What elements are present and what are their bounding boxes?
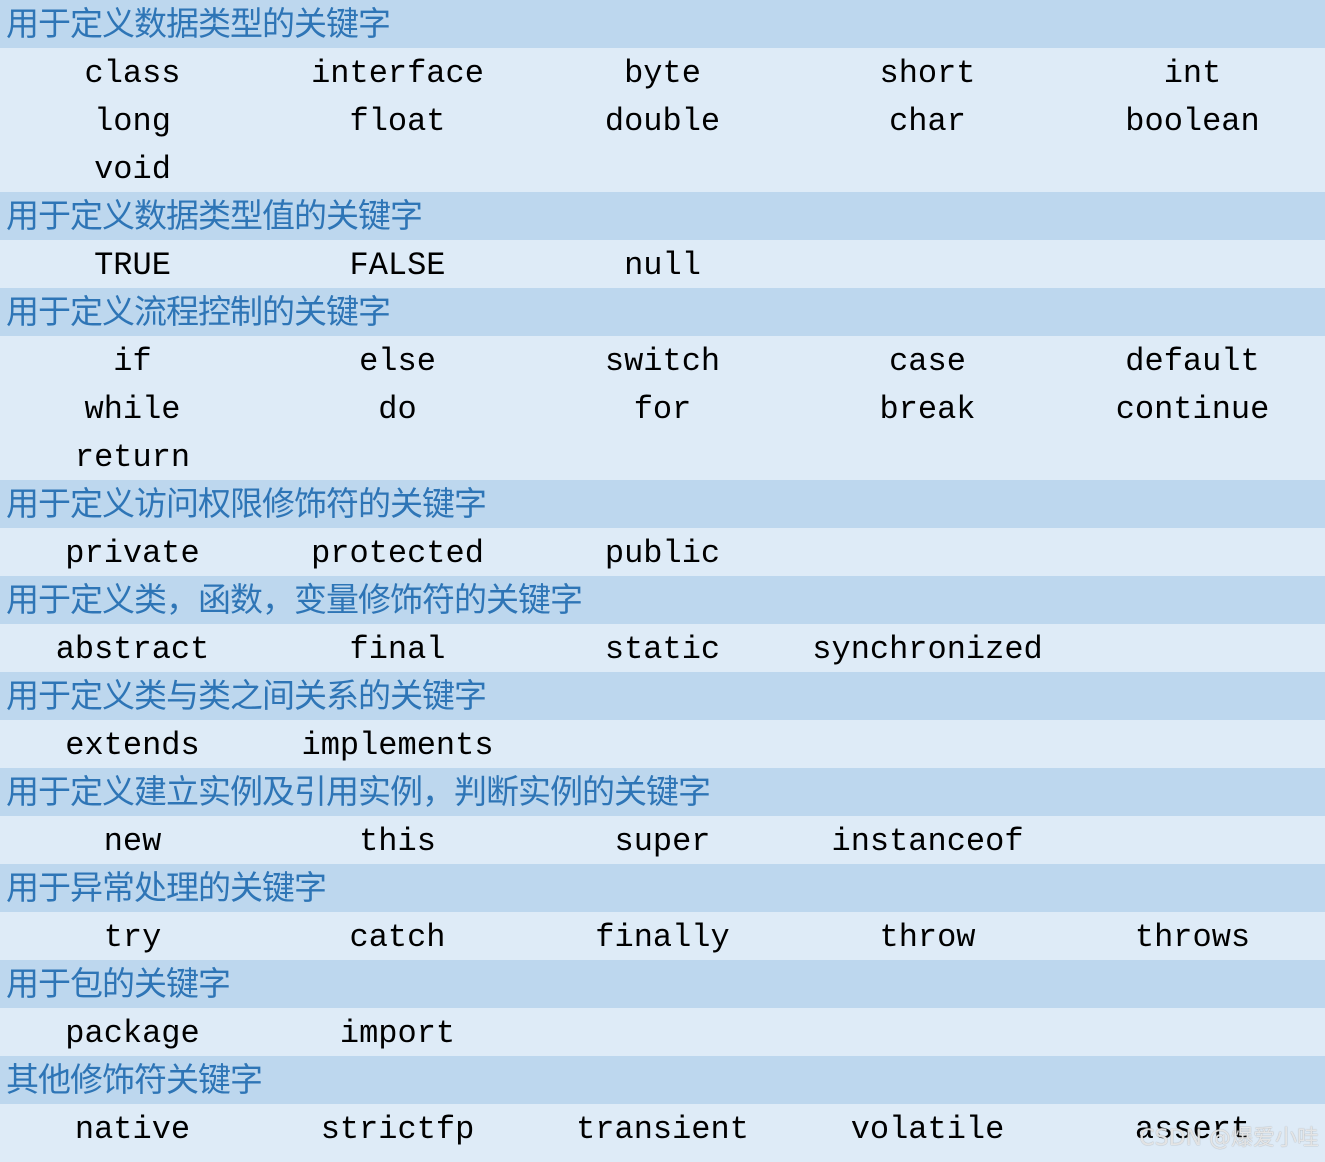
keyword-cell: boolean bbox=[1125, 103, 1260, 140]
keyword-row: new this super instanceof bbox=[0, 816, 1325, 864]
keyword-cell: for bbox=[633, 391, 692, 428]
keyword-row: private protected public bbox=[0, 528, 1325, 576]
keyword-cell: extends bbox=[65, 727, 200, 764]
keyword-cell: void bbox=[94, 151, 171, 188]
keyword-cell: import bbox=[339, 1015, 456, 1052]
keyword-row: long float double char boolean bbox=[0, 96, 1325, 144]
keyword-cell: try bbox=[103, 919, 162, 956]
keyword-row: abstract final static synchronized bbox=[0, 624, 1325, 672]
keyword-cell: new bbox=[103, 823, 162, 860]
keyword-cell: implements bbox=[301, 727, 494, 764]
keyword-cell: char bbox=[889, 103, 966, 140]
keyword-row: class interface byte short int bbox=[0, 48, 1325, 96]
keyword-cell: TRUE bbox=[94, 247, 171, 284]
keyword-cell: super bbox=[614, 823, 711, 860]
keyword-row: package import bbox=[0, 1008, 1325, 1056]
keyword-cell: catch bbox=[349, 919, 446, 956]
section-header: 其他修饰符关键字 bbox=[0, 1056, 1325, 1104]
watermark: CSDN @爆爱小哇 bbox=[1139, 1126, 1319, 1151]
keyword-cell: native bbox=[74, 1111, 191, 1148]
keyword-cell: float bbox=[349, 103, 446, 140]
section-header: 用于定义类，函数，变量修饰符的关键字 bbox=[0, 576, 1325, 624]
keyword-cell: null bbox=[624, 247, 701, 284]
keyword-cell: continue bbox=[1115, 391, 1270, 428]
keyword-table: 用于定义数据类型的关键字 class interface byte short int lo… bbox=[0, 0, 1325, 1152]
keyword-cell: static bbox=[604, 631, 721, 668]
keyword-row: if else switch case default bbox=[0, 336, 1325, 384]
keyword-row: extends implements bbox=[0, 720, 1325, 768]
keyword-cell: while bbox=[84, 391, 181, 428]
keyword-row: while do for break continue bbox=[0, 384, 1325, 432]
keyword-cell: break bbox=[879, 391, 976, 428]
section-header: 用于定义访问权限修饰符的关键字 bbox=[0, 480, 1325, 528]
keyword-cell: case bbox=[889, 343, 966, 380]
keyword-cell: transient bbox=[576, 1111, 749, 1148]
keyword-cell: class bbox=[84, 55, 181, 92]
keyword-cell: synchronized bbox=[812, 631, 1043, 668]
keyword-cell: public bbox=[604, 535, 721, 572]
keyword-cell: FALSE bbox=[349, 247, 446, 284]
keyword-row: return bbox=[0, 432, 1325, 480]
keyword-cell: private bbox=[65, 535, 200, 572]
keyword-cell: double bbox=[604, 103, 721, 140]
keyword-cell: short bbox=[879, 55, 976, 92]
section-header: 用于定义类与类之间关系的关键字 bbox=[0, 672, 1325, 720]
keyword-cell: this bbox=[359, 823, 436, 860]
keyword-cell: abstract bbox=[55, 631, 210, 668]
keyword-cell: finally bbox=[595, 919, 730, 956]
keyword-cell: if bbox=[113, 343, 152, 380]
keyword-row: TRUE FALSE null bbox=[0, 240, 1325, 288]
keyword-cell: instanceof bbox=[831, 823, 1024, 860]
keyword-cell: switch bbox=[604, 343, 721, 380]
keyword-cell: byte bbox=[624, 55, 701, 92]
keyword-cell: strictfp bbox=[320, 1111, 475, 1148]
section-header: 用于异常处理的关键字 bbox=[0, 864, 1325, 912]
keyword-cell: long bbox=[94, 103, 171, 140]
keyword-cell: protected bbox=[311, 535, 484, 572]
keyword-cell: volatile bbox=[850, 1111, 1005, 1148]
section-header: 用于包的关键字 bbox=[0, 960, 1325, 1008]
keyword-row: void bbox=[0, 144, 1325, 192]
keyword-cell: else bbox=[359, 343, 436, 380]
section-header: 用于定义流程控制的关键字 bbox=[0, 288, 1325, 336]
section-header: 用于定义数据类型值的关键字 bbox=[0, 192, 1325, 240]
keyword-cell: do bbox=[378, 391, 417, 428]
keyword-cell: throw bbox=[879, 919, 976, 956]
section-header: 用于定义数据类型的关键字 bbox=[0, 0, 1325, 48]
keyword-cell: throws bbox=[1134, 919, 1251, 956]
keyword-cell: package bbox=[65, 1015, 200, 1052]
keyword-cell: return bbox=[74, 439, 191, 476]
keyword-row: try catch finally throw throws bbox=[0, 912, 1325, 960]
keyword-cell: final bbox=[349, 631, 446, 668]
keyword-cell: interface bbox=[311, 55, 484, 92]
keyword-cell: int bbox=[1163, 55, 1222, 92]
keyword-row: native strictfp transient volatile assert bbox=[0, 1104, 1325, 1152]
section-header: 用于定义建立实例及引用实例，判断实例的关键字 bbox=[0, 768, 1325, 816]
keyword-cell: default bbox=[1125, 343, 1260, 380]
